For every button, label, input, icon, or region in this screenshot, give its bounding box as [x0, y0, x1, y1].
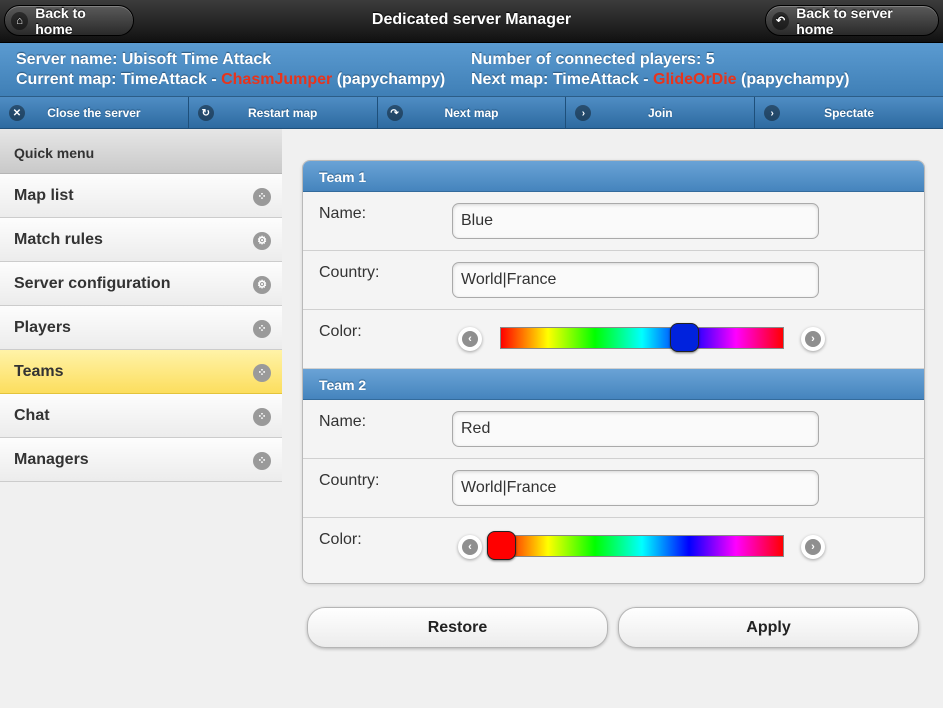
sidebar-item-label: Teams	[14, 363, 64, 380]
chevron-left-icon: ‹	[462, 539, 478, 555]
team-1-name-input[interactable]: Blue	[452, 203, 819, 239]
join-label: Join	[647, 105, 673, 120]
spectate-button[interactable]: › Spectate	[755, 97, 943, 128]
server-name-value: Ubisoft Time Attack	[121, 51, 272, 68]
back-to-server-home-label: Back to server home	[796, 4, 893, 37]
next-map-label: Next map:	[471, 71, 549, 88]
sidebar-item-map-list[interactable]: Map list ⁘	[0, 174, 282, 218]
team-1-color-slider[interactable]	[500, 323, 784, 352]
team-2-color-row: Color: ‹ ›	[303, 518, 924, 577]
restart-map-label: Restart map	[248, 105, 318, 120]
team-2-name-label: Name:	[319, 413, 367, 430]
refresh-icon: ↻	[197, 105, 214, 121]
sidebar-item-label: Map list	[14, 187, 74, 204]
current-map-prefix: TimeAttack -	[120, 71, 217, 88]
team-2-country-row: Country: World|France	[303, 459, 924, 518]
spectate-label: Spectate	[824, 105, 875, 120]
next-map-name: GlideOrDie	[653, 71, 737, 88]
gear-icon: ⚙	[253, 276, 271, 294]
team-2-color-thumb[interactable]	[487, 531, 516, 560]
team-1-color-prev-button[interactable]: ‹	[458, 327, 482, 351]
team-1-country-row: Country: World|France	[303, 251, 924, 310]
grid-icon: ⁘	[253, 364, 271, 382]
redo-icon: ↷	[386, 105, 403, 121]
sidebar-item-server-configuration[interactable]: Server configuration ⚙	[0, 262, 282, 306]
next-map-label: Next map	[444, 105, 499, 120]
team-1-header: Team 1	[303, 161, 924, 192]
team-2-color-next-button[interactable]: ›	[801, 535, 825, 559]
next-map-button[interactable]: ↷ Next map	[378, 97, 567, 128]
sidebar-item-chat[interactable]: Chat ⁘	[0, 394, 282, 438]
back-to-server-home-button[interactable]: ↶ Back to server home	[765, 4, 939, 37]
sidebar-item-label: Managers	[14, 451, 89, 468]
restart-map-button[interactable]: ↻ Restart map	[189, 97, 378, 128]
sidebar: Quick menu Map list ⁘ Match rules ⚙ Serv…	[0, 129, 282, 708]
team-2-name-input[interactable]: Red	[452, 411, 819, 447]
next-map-prefix: TimeAttack -	[552, 71, 649, 88]
restore-button[interactable]: Restore	[307, 607, 608, 648]
next-map-line: Next map: TimeAttack - GlideOrDie (papyc…	[471, 70, 850, 90]
current-map-name: ChasmJumper	[221, 71, 333, 88]
team-1-country-label: Country:	[319, 264, 380, 281]
sidebar-item-teams[interactable]: Teams ⁘	[0, 350, 282, 394]
server-name-line: Server name: Ubisoft Time Attack	[16, 50, 445, 70]
grid-icon: ⁘	[253, 408, 271, 426]
server-name-label: Server name:	[16, 51, 118, 68]
sidebar-item-label: Match rules	[14, 231, 103, 248]
gear-icon: ⚙	[253, 232, 271, 250]
sidebar-item-label: Server configuration	[14, 275, 171, 292]
team-1-color-thumb[interactable]	[670, 323, 700, 352]
team-1-color-next-button[interactable]: ›	[801, 327, 825, 351]
arrow-right-icon: ›	[575, 105, 592, 121]
team-2-header: Team 2	[303, 369, 924, 400]
team-2-name-row: Name: Red	[303, 400, 924, 459]
arrow-right-icon: ›	[764, 105, 781, 121]
close-icon: ✕	[9, 105, 25, 121]
sidebar-item-managers[interactable]: Managers ⁘	[0, 438, 282, 482]
server-info-left: Server name: Ubisoft Time Attack Current…	[16, 50, 445, 90]
team-1-name-row: Name: Blue	[303, 192, 924, 251]
server-info-right: Number of connected players: 5 Next map:…	[471, 50, 850, 90]
team-1-name-label: Name:	[319, 205, 367, 222]
server-info-bar: Server name: Ubisoft Time Attack Current…	[0, 43, 943, 97]
sidebar-item-label: Chat	[14, 407, 50, 424]
chevron-left-icon: ‹	[462, 331, 478, 347]
team-1-color-row: Color: ‹ ›	[303, 310, 924, 369]
next-map-author: (papychampy)	[741, 71, 850, 88]
teams-panel: Team 1 Name: Blue Country: World|France …	[302, 160, 925, 584]
join-button[interactable]: › Join	[566, 97, 756, 128]
players-label: Number of connected players:	[471, 51, 702, 68]
chevron-right-icon: ›	[805, 331, 821, 347]
grid-icon: ⁘	[253, 320, 271, 338]
team-2-country-label: Country:	[319, 472, 380, 489]
top-toolbar: ⌂ Back to home Dedicated server Manager …	[0, 0, 943, 43]
back-icon: ↶	[772, 11, 790, 30]
quick-menu-heading: Quick menu	[0, 129, 282, 174]
players-count: 5	[705, 51, 715, 68]
sidebar-item-players[interactable]: Players ⁘	[0, 306, 282, 350]
grid-icon: ⁘	[253, 452, 271, 470]
team-2-country-input[interactable]: World|France	[452, 470, 819, 506]
action-bar: ✕ Close the server ↻ Restart map ↷ Next …	[0, 97, 943, 129]
team-2-color-slider[interactable]	[487, 531, 784, 560]
players-line: Number of connected players: 5	[471, 50, 850, 70]
current-map-author: (papychampy)	[336, 71, 446, 88]
team-1-country-input[interactable]: World|France	[452, 262, 819, 298]
team-2-color-prev-button[interactable]: ‹	[458, 535, 482, 559]
close-server-label: Close the server	[47, 105, 141, 120]
apply-button[interactable]: Apply	[618, 607, 919, 648]
team-2-color-label: Color:	[319, 531, 362, 548]
current-map-line: Current map: TimeAttack - ChasmJumper (p…	[16, 70, 445, 90]
team-1-color-label: Color:	[319, 323, 362, 340]
sidebar-item-match-rules[interactable]: Match rules ⚙	[0, 218, 282, 262]
current-map-label: Current map:	[16, 71, 117, 88]
close-server-button[interactable]: ✕ Close the server	[0, 97, 189, 128]
sidebar-item-label: Players	[14, 319, 71, 336]
chevron-right-icon: ›	[805, 539, 821, 555]
grid-icon: ⁘	[253, 188, 271, 206]
